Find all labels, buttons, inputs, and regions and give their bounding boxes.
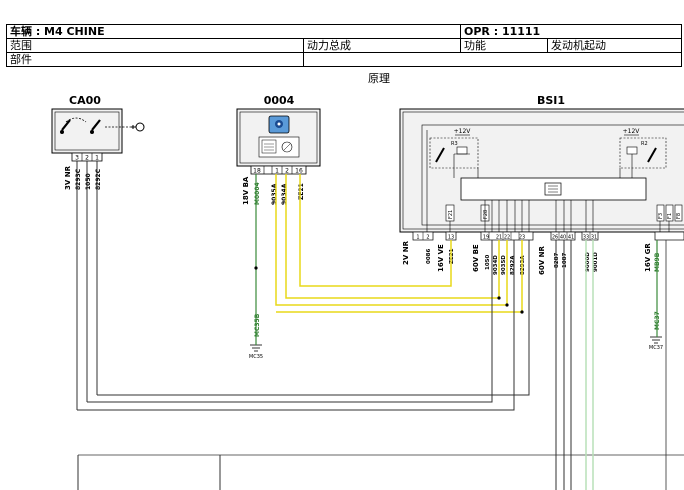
relay-r3-voltage: +12V	[454, 128, 472, 135]
bsi1-pin-23: 23	[519, 235, 525, 241]
bsi1-pin-2: 2	[426, 235, 429, 241]
bsi1-pin-strips: 1 2 13 19 21 22 23 26 40 41 33 31	[412, 231, 684, 241]
c0004-wire-9034a: 9034A	[281, 183, 288, 205]
bsi1-wire-ze21: ZE21	[449, 248, 455, 264]
c0004-pin-2: 2	[285, 168, 289, 175]
bsi1-pin-31: 31	[591, 235, 597, 241]
bsi1-conn-60v-be: 60V BE	[472, 244, 480, 272]
bsi1-wire-9035d: 9035D	[501, 255, 507, 275]
bsi1-wire-1050: 1050	[485, 255, 491, 270]
bsi1-pin-19: 19	[483, 235, 489, 241]
fuse-f8-label: F8	[676, 213, 682, 219]
bsi1-wire-8293a: 8293A	[520, 255, 526, 275]
wiring-diagram: 原理 CA00 3 2 1 3V NR 8293C 1050 8292C 000…	[51, 72, 684, 490]
c0004-pin-16: 16	[295, 168, 303, 175]
bsi1-pin-26: 26	[552, 235, 558, 241]
fuse-f28-label: F28	[483, 210, 489, 219]
relay-r2-voltage: +12V	[623, 128, 641, 135]
bsi1-wire-1087: 1087	[562, 253, 568, 268]
bsi1-pin-40: 40	[560, 235, 566, 241]
fuse-f1-label: F1	[667, 213, 673, 219]
ca00-wire-1050: 1050	[85, 173, 92, 190]
relay-r2-name: R2	[641, 141, 648, 147]
bsi1-conn-2v-nr: 2V NR	[402, 240, 410, 265]
immobilizer-icon	[268, 115, 290, 134]
bsi1-wire-8287: 8287	[554, 253, 560, 268]
fuse-f21-label: F21	[448, 210, 454, 219]
ca00-pin-2: 2	[85, 155, 89, 162]
fuse-f3-label: F3	[658, 213, 664, 219]
c0004-pin-18: 18	[253, 168, 261, 175]
bsi1-pin-1: 1	[416, 235, 419, 241]
c0004-pin-1: 1	[275, 168, 279, 175]
bsi1-pin-22: 22	[504, 235, 510, 241]
bsi1-label: BSI1	[537, 94, 565, 107]
ca00-component: CA00 3 2 1 3V NR 8293C 1050 8292C	[51, 94, 145, 190]
c0004-ground-wire-label: MC35B	[254, 313, 261, 337]
bsi1-wire-9034d: 9034D	[493, 255, 499, 275]
bsi1-wire-8292a: 8292A	[510, 255, 516, 275]
ca00-wire-8293c: 8293C	[75, 168, 82, 190]
c0004-component: 0004 18 1 2 16 18V BA M0004 9035A 9034A …	[236, 94, 321, 360]
fuse-f21: F21	[445, 204, 455, 222]
bsi1-ground-label: MC37	[649, 345, 663, 351]
ca00-label: CA00	[69, 94, 101, 107]
bsi1-pin-41: 41	[568, 235, 574, 241]
bsi1-wire-0086: 0086	[426, 249, 432, 264]
bsi1-conn-16v-ve: 16V VE	[437, 244, 445, 272]
ca00-wire-8292c: 8292C	[95, 168, 102, 190]
fuse-f1: F1	[665, 204, 674, 222]
bsi1-pin-13: 13	[448, 235, 454, 241]
bsi1-pin-33: 33	[583, 235, 589, 241]
bsi1-pin-21: 21	[496, 235, 502, 241]
c0004-ground-label: MC35	[249, 354, 263, 360]
bsi1-box	[399, 108, 684, 233]
c0004-wire-m0004: M0004	[254, 182, 261, 205]
ground-icon	[250, 344, 262, 352]
ca00-pin-1: 1	[95, 155, 99, 162]
ca00-pin-3: 3	[75, 155, 79, 162]
bsi1-conn-16v-gr: 16V GR	[644, 243, 652, 272]
relay-r3-name: R3	[451, 141, 458, 147]
fuse-f8: F8	[674, 204, 683, 222]
section-title: 原理	[368, 72, 390, 85]
bsi1-conn-60v-nr: 60V NR	[538, 246, 546, 275]
fuse-f3: F3	[656, 204, 665, 222]
chip-icon	[544, 182, 562, 196]
ca00-conn-label: 3V NR	[64, 165, 72, 190]
c0004-label: 0004	[264, 94, 295, 107]
key-icon	[131, 122, 145, 132]
c0004-wire-ze21: ZE21	[298, 183, 305, 200]
bsi1-wire-9001d: 9001D	[593, 252, 599, 272]
c0004-conn-label: 18V BA	[242, 176, 250, 205]
c0004-wire-9035a: 9035A	[271, 183, 278, 205]
bsi1-ground-icon	[650, 336, 662, 344]
